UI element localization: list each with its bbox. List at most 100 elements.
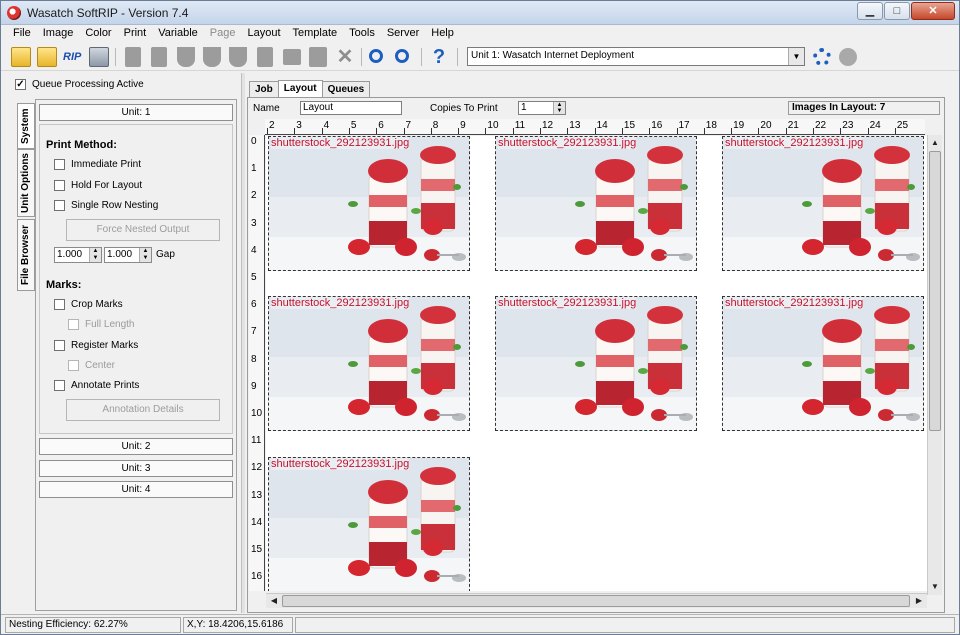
stepper-arrows-icon[interactable]: ▲ ▼	[139, 248, 151, 262]
gap-value-2-stepper[interactable]: 1.000 ▲ ▼	[104, 247, 152, 263]
help-icon[interactable]: ?	[429, 47, 449, 67]
layout-image-tile[interactable]: shutterstock_292123931.jpg	[495, 296, 697, 431]
minimize-button[interactable]: ▁	[857, 2, 883, 20]
maximize-button[interactable]: □	[884, 2, 910, 20]
crop-marks-checkbox[interactable]	[54, 299, 65, 310]
center-option[interactable]: Center	[68, 360, 115, 371]
single-row-nesting-option[interactable]: Single Row Nesting	[54, 200, 158, 211]
unit-settings-gear-icon[interactable]	[813, 48, 831, 66]
scroll-up-icon[interactable]: ▲	[928, 136, 942, 150]
queue-processing-checkbox[interactable]: ✓ Queue Processing Active	[15, 79, 144, 90]
zoom-in-icon[interactable]	[369, 49, 383, 63]
scroll-right-icon[interactable]: ▶	[912, 594, 926, 608]
menu-tools[interactable]: Tools	[343, 25, 381, 43]
layout-name-field[interactable]: Layout	[300, 101, 402, 115]
chevron-down-icon[interactable]: ▼	[788, 48, 804, 65]
scroll-down-icon[interactable]: ▼	[928, 580, 942, 594]
panel-splitter[interactable]	[241, 73, 245, 613]
horizontal-scroll-thumb[interactable]	[282, 595, 910, 607]
dessert-photo-image	[496, 137, 696, 270]
unit-options-panel: Unit: 1 Print Method: Immediate Print Ho…	[35, 99, 237, 611]
horizontal-scrollbar[interactable]: ◀ ▶	[266, 593, 927, 608]
dessert-photo-image	[723, 297, 923, 430]
unit-1-body: Print Method: Immediate Print Hold For L…	[39, 124, 233, 434]
tab-job[interactable]: Job	[249, 81, 279, 98]
ruler-h-tick	[567, 128, 569, 134]
mirror-icon[interactable]	[203, 47, 221, 67]
menu-file[interactable]: File	[7, 25, 37, 43]
queue-processing-check-box[interactable]: ✓	[15, 79, 26, 90]
stepper-arrows-icon[interactable]: ▲ ▼	[89, 248, 101, 262]
rip-icon[interactable]: RIP	[63, 47, 83, 67]
menu-server[interactable]: Server	[381, 25, 425, 43]
menu-image[interactable]: Image	[37, 25, 80, 43]
layout-image-tile[interactable]: shutterstock_292123931.jpg	[268, 457, 470, 591]
menu-color[interactable]: Color	[79, 25, 117, 43]
ruler-h-tick-label: 19	[733, 120, 745, 131]
menu-page[interactable]: Page	[204, 25, 242, 43]
vertical-scroll-thumb[interactable]	[929, 151, 941, 431]
menu-template[interactable]: Template	[287, 25, 344, 43]
unit-2-header[interactable]: Unit: 2	[39, 438, 233, 455]
vertical-scrollbar[interactable]: ▲ ▼	[927, 135, 942, 595]
vtab-system[interactable]: System	[17, 103, 35, 149]
layout-canvas[interactable]: shutterstock_292123931.jpg shutterstock_2…	[266, 136, 927, 591]
scroll-left-icon[interactable]: ◀	[267, 594, 281, 608]
stepper-arrows-icon[interactable]: ▲ ▼	[553, 102, 565, 114]
hold-for-layout-checkbox[interactable]	[54, 180, 65, 191]
page-full-icon[interactable]	[151, 47, 167, 67]
single-row-nesting-checkbox[interactable]	[54, 200, 65, 211]
register-marks-label: Register Marks	[71, 340, 139, 351]
open-recent-folder-icon[interactable]	[37, 47, 57, 67]
menu-print[interactable]: Print	[118, 25, 153, 43]
unit-3-header[interactable]: Unit: 3	[39, 460, 233, 477]
layout-image-tile[interactable]: shutterstock_292123931.jpg	[268, 136, 470, 271]
ruler-v-tick-label: 15	[251, 544, 263, 555]
immediate-print-option[interactable]: Immediate Print	[54, 159, 141, 170]
tab-layout[interactable]: Layout	[277, 80, 323, 98]
fit-icon[interactable]	[283, 49, 301, 65]
flip-icon[interactable]	[229, 47, 247, 67]
ruler-h-tick	[458, 128, 460, 134]
window-title: Wasatch SoftRIP - Version 7.4	[27, 6, 189, 20]
printer-icon[interactable]	[89, 47, 109, 67]
layout-image-tile[interactable]: shutterstock_292123931.jpg	[722, 136, 924, 271]
unit-select-dropdown[interactable]: Unit 1: Wasatch Internet Deployment ▼	[467, 47, 805, 66]
center-checkbox[interactable]	[68, 360, 79, 371]
full-length-checkbox[interactable]	[68, 319, 79, 330]
gap-value-1-stepper[interactable]: 1.000 ▲ ▼	[54, 247, 102, 263]
duplicate-icon[interactable]	[309, 47, 327, 67]
full-length-option[interactable]: Full Length	[68, 319, 134, 330]
open-folder-icon[interactable]	[11, 47, 31, 67]
page-icon[interactable]	[125, 47, 141, 67]
layout-image-tile[interactable]: shutterstock_292123931.jpg	[722, 296, 924, 431]
vtab-unit-options[interactable]: Unit Options	[17, 149, 35, 217]
unit-4-header[interactable]: Unit: 4	[39, 481, 233, 498]
layout-image-tile[interactable]: shutterstock_292123931.jpg	[268, 296, 470, 431]
stop-icon[interactable]	[839, 48, 857, 66]
annotate-prints-checkbox[interactable]	[54, 380, 65, 391]
register-marks-checkbox[interactable]	[54, 340, 65, 351]
menu-help[interactable]: Help	[425, 25, 460, 43]
zoom-out-icon[interactable]	[395, 49, 409, 63]
close-button[interactable]: ✕	[911, 2, 955, 20]
force-nested-output-button[interactable]: Force Nested Output	[66, 219, 220, 241]
layout-image-tile[interactable]: shutterstock_292123931.jpg	[495, 136, 697, 271]
rotate-icon[interactable]	[177, 47, 195, 67]
menu-layout[interactable]: Layout	[241, 25, 286, 43]
unit-1-header[interactable]: Unit: 1	[39, 104, 233, 121]
delete-icon[interactable]: ✕	[335, 47, 355, 67]
annotate-prints-option[interactable]: Annotate Prints	[54, 380, 139, 391]
menu-variable[interactable]: Variable	[152, 25, 204, 43]
annotation-details-button[interactable]: Annotation Details	[66, 399, 220, 421]
copies-to-print-stepper[interactable]: 1 ▲ ▼	[518, 101, 566, 115]
hold-for-layout-option[interactable]: Hold For Layout	[54, 180, 142, 191]
crop-icon[interactable]	[257, 47, 273, 67]
register-marks-option[interactable]: Register Marks	[54, 340, 138, 351]
crop-marks-option[interactable]: Crop Marks	[54, 299, 123, 310]
toolbar-separator	[361, 48, 362, 66]
vtab-file-browser[interactable]: File Browser	[17, 219, 35, 291]
immediate-print-checkbox[interactable]	[54, 159, 65, 170]
image-filename-label: shutterstock_292123931.jpg	[271, 458, 410, 470]
tab-queues[interactable]: Queues	[321, 81, 371, 98]
